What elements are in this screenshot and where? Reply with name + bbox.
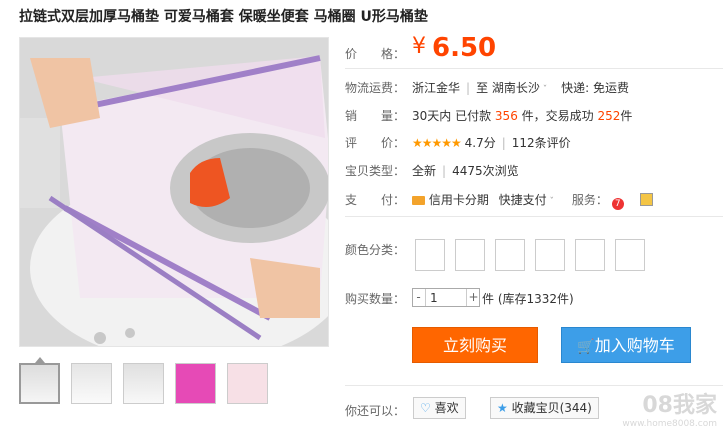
color-swatch-6[interactable]: [615, 239, 645, 271]
type-views: 4475次浏览: [452, 164, 519, 178]
divider: [345, 216, 723, 217]
quantity-minus-button[interactable]: -: [413, 289, 424, 306]
color-swatch-3[interactable]: [495, 239, 525, 271]
payment-quick-pay[interactable]: 快捷支付: [499, 193, 547, 207]
payment-label: 支 付：: [345, 193, 406, 207]
color-swatch-1[interactable]: [415, 239, 445, 271]
thumbnail-4[interactable]: [175, 363, 216, 404]
add-to-cart-button[interactable]: 🛒加入购物车: [561, 327, 691, 363]
rating-score: 4.7分: [464, 136, 496, 150]
divider: [345, 68, 723, 69]
seven-day-return-icon[interactable]: 7: [611, 198, 624, 210]
sales-info: 30天内 已付款 356 件，交易成功 252件: [412, 107, 632, 124]
thumbnail-2[interactable]: [71, 363, 112, 404]
guarantee-icon[interactable]: [639, 193, 653, 206]
price-label: 价 格：: [345, 47, 406, 61]
thumbnail-1[interactable]: [19, 363, 60, 404]
main-product-image[interactable]: [19, 37, 329, 347]
thumbnail-5[interactable]: [227, 363, 268, 404]
color-swatch-4[interactable]: [535, 239, 565, 271]
chevron-down-icon[interactable]: ˇ: [540, 85, 548, 95]
quantity-plus-button[interactable]: +: [468, 289, 479, 306]
type-condition: 全新: [412, 164, 437, 178]
heart-icon: ♡: [420, 401, 431, 415]
shipping-info: 浙江金华 | 至 湖南长沙 ˇ 快递: 免运费: [412, 81, 629, 95]
add-to-cart-label: 加入购物车: [594, 336, 675, 355]
divider: [345, 385, 723, 386]
quantity-input[interactable]: [425, 289, 467, 306]
color-swatch-5[interactable]: [575, 239, 605, 271]
price-symbol: ¥: [412, 34, 426, 59]
product-title: 拉链式双层加厚马桶垫 可爱马桶套 保暖坐便套 马桶圈 U形马桶垫: [19, 9, 428, 25]
sales-paid-count: 356: [494, 109, 518, 123]
color-swatch-2[interactable]: [455, 239, 485, 271]
shipping-label: 物流运费：: [345, 81, 406, 95]
shipping-to[interactable]: 湖南长沙: [492, 81, 540, 95]
favorite-label: 收藏宝贝(344): [511, 401, 592, 415]
sales-label: 销 量：: [345, 109, 406, 123]
buy-now-button[interactable]: 立刻购买: [412, 327, 538, 363]
chevron-down-icon[interactable]: ˇ: [547, 197, 555, 207]
like-label: 喜欢: [434, 401, 459, 415]
toilet-seat-cover-photo: [20, 38, 328, 346]
cart-icon: 🛒: [577, 339, 595, 355]
quantity-label: 购买数量：: [345, 292, 406, 306]
shipping-from: 浙江金华: [412, 81, 461, 95]
shipping-sep: 至: [476, 81, 489, 95]
service-label: 服务：: [571, 193, 608, 207]
payment-info: 信用卡分期 快捷支付 ˇ 服务： 7: [412, 191, 653, 210]
like-button[interactable]: ♡ 喜欢: [413, 397, 466, 419]
thumbnail-3[interactable]: [123, 363, 164, 404]
sales-suffix: 件: [620, 109, 633, 123]
rating-info: ★★★★★ 4.7分 | 112条评价: [412, 136, 571, 150]
sales-prefix: 30天内 已付款: [412, 109, 492, 123]
type-info: 全新 | 4475次浏览: [412, 164, 519, 178]
shipping-fee: 快递: 免运费: [561, 81, 629, 95]
quantity-stepper: - +: [412, 288, 480, 307]
watermark: 08我家 www.home8008.com: [622, 387, 717, 429]
watermark-logo: 08我家: [642, 393, 717, 418]
favorite-button[interactable]: ★ 收藏宝贝(344): [490, 397, 599, 419]
watermark-url: www.home8008.com: [622, 419, 717, 429]
credit-card-icon: [412, 196, 425, 205]
type-label: 宝贝类型：: [345, 164, 406, 178]
quantity-stock: 件 (库存1332件): [482, 292, 574, 306]
social-label: 你还可以：: [345, 404, 406, 418]
payment-installment[interactable]: 信用卡分期: [429, 193, 489, 207]
rating-reviews[interactable]: 112条评价: [512, 136, 571, 150]
sales-mid: 件，交易成功: [521, 109, 594, 123]
rating-label: 评 价：: [345, 136, 406, 150]
color-label: 颜色分类：: [345, 243, 406, 257]
star-rating-icon: ★★★★★: [412, 136, 462, 150]
star-icon: ★: [497, 401, 508, 415]
sales-success-count: 252: [597, 109, 621, 123]
price-value: 6.50: [432, 33, 497, 63]
